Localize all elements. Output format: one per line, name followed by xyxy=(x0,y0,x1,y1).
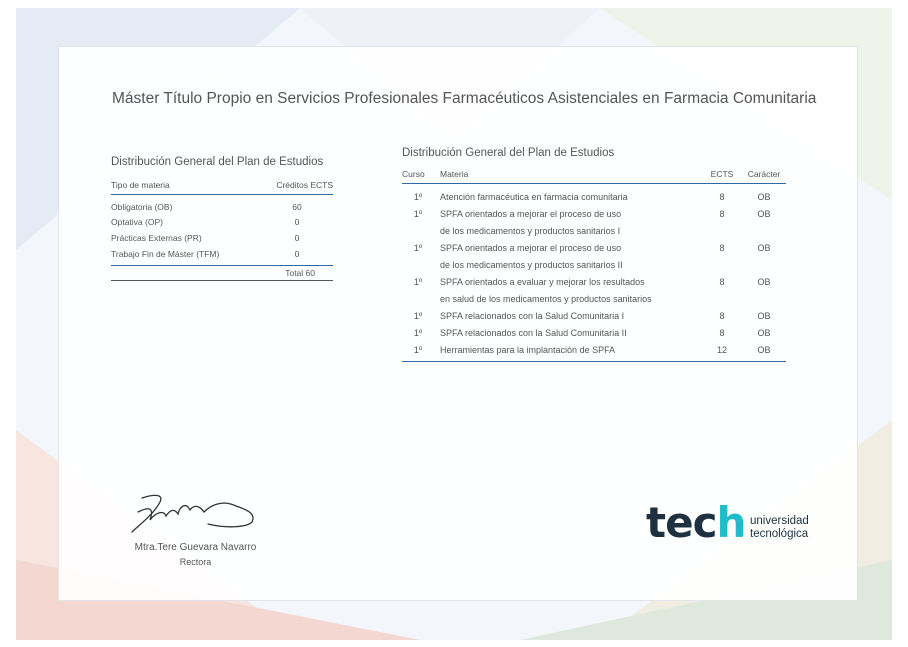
table-row: 1º SPFA orientados a mejorar el proceso d… xyxy=(402,206,786,223)
col-materia: Materia xyxy=(440,169,469,179)
cell-ects: 8 xyxy=(719,277,725,287)
cell-ects: 12 xyxy=(716,345,727,355)
table-row: 1º Herramientas para la implantación de S… xyxy=(402,342,786,359)
logo-subtitle: universidad tecnológica xyxy=(750,515,809,541)
table-row: 1º Atención farmacéutica en farmacia comu… xyxy=(402,189,786,206)
cell-materia: SPFA orientados a evaluar y mejorar los … xyxy=(440,277,645,287)
table-row-continuation: en salud de los medicamentos y productos… xyxy=(402,291,786,308)
table-row-continuation: de los medicamentos y productos sanitari… xyxy=(402,257,786,274)
signatory-role: Rectora xyxy=(179,557,212,567)
cell-caracter: OB xyxy=(757,243,771,253)
table-row: 1º SPFA orientados a evaluar y mejorar lo… xyxy=(402,274,786,291)
summary-header-row: Tipo de materia Créditos ECTS xyxy=(111,180,333,195)
document-title: Máster Título Propio en Servicios Profes… xyxy=(112,90,817,107)
row-value: 0 xyxy=(294,232,300,243)
cell-materia: Atención farmacéutica en farmacia comuni… xyxy=(440,192,628,202)
col-tipo-materia: Tipo de materia xyxy=(111,180,170,190)
cell-curso xyxy=(402,223,440,240)
cell-ects: 8 xyxy=(719,328,725,338)
table-row: Prácticas Externas (PR) 0 xyxy=(111,230,333,246)
cell-materia: SPFA orientados a mejorar el proceso de … xyxy=(440,209,622,219)
cell-caracter xyxy=(742,291,786,308)
col-caracter: Carácter xyxy=(747,169,781,179)
cell-ects xyxy=(702,291,742,308)
cell-caracter: OB xyxy=(757,345,771,355)
cell-caracter: OB xyxy=(757,209,771,219)
signatory-name: Mtra.Tere Guevara Navarro xyxy=(134,542,257,553)
cell-ects: 8 xyxy=(719,311,725,321)
credits-summary-table: Distribución General del Plan de Estudio… xyxy=(111,156,333,282)
row-value: 0 xyxy=(294,248,300,259)
row-name: Obligatoria (OB) xyxy=(111,201,173,212)
cell-ects xyxy=(702,257,742,274)
cell-materia: en salud de los medicamentos y productos… xyxy=(440,294,652,304)
table-row: 1º SPFA relacionados con la Salud Comunit… xyxy=(402,325,786,342)
row-name: Optativa (OP) xyxy=(111,217,163,228)
cell-ects: 8 xyxy=(719,243,725,253)
logo-word-prefix: tec xyxy=(646,498,717,547)
cell-curso: 1º xyxy=(413,209,423,219)
cell-materia: SPFA relacionados con la Salud Comunitar… xyxy=(440,311,625,321)
signature-image xyxy=(131,494,254,533)
cell-ects xyxy=(702,223,742,240)
col-creditos-ects: Créditos ECTS xyxy=(276,180,333,190)
study-plan-table: Distribución General del Plan de Estudio… xyxy=(402,147,786,362)
cell-caracter: OB xyxy=(757,311,771,321)
cell-ects: 8 xyxy=(719,192,725,202)
cell-caracter xyxy=(742,223,786,240)
table-row: Optativa (OP) 0 xyxy=(111,215,333,231)
col-curso: Curso xyxy=(402,169,425,179)
summary-heading: Distribución General del Plan de Estudio… xyxy=(111,156,324,168)
plan-heading: Distribución General del Plan de Estudio… xyxy=(402,147,615,159)
cell-curso: 1º xyxy=(413,328,423,338)
plan-header-row: Curso Materia ECTS Carácter xyxy=(402,169,786,184)
summary-total: Total 60 xyxy=(111,265,333,282)
table-row: Trabajo Fin de Máster (TFM) 0 xyxy=(111,246,333,262)
cell-caracter xyxy=(742,257,786,274)
cell-curso xyxy=(402,291,440,308)
cell-materia: Herramientas para la implantación de SPF… xyxy=(440,345,616,355)
table-row-continuation: de los medicamentos y productos sanitari… xyxy=(402,223,786,240)
row-value: 60 xyxy=(292,201,302,212)
table-row: Obligatoria (OB) 60 xyxy=(111,199,333,215)
tech-logo: tech universidad tecnológica xyxy=(646,498,836,552)
row-name: Trabajo Fin de Máster (TFM) xyxy=(111,248,220,259)
cell-caracter: OB xyxy=(757,192,771,202)
cell-curso xyxy=(402,257,440,274)
cell-curso: 1º xyxy=(413,277,423,287)
cell-materia: de los medicamentos y productos sanitari… xyxy=(440,260,623,270)
cell-curso: 1º xyxy=(413,345,423,355)
logo-line2: tecnológica xyxy=(750,528,809,540)
table-row: 1º SPFA orientados a mejorar el proceso d… xyxy=(402,240,786,257)
row-value: 0 xyxy=(294,217,300,228)
cell-materia: de los medicamentos y productos sanitari… xyxy=(440,226,621,236)
cell-materia: SPFA relacionados con la Salud Comunitar… xyxy=(440,328,627,338)
logo-wordmark: tech xyxy=(646,498,746,548)
col-ects: ECTS xyxy=(710,169,734,179)
cell-curso: 1º xyxy=(413,311,423,321)
cell-ects: 8 xyxy=(719,209,725,219)
cell-caracter: OB xyxy=(757,277,771,287)
row-name: Prácticas Externas (PR) xyxy=(111,232,202,243)
cell-curso: 1º xyxy=(413,243,423,253)
logo-line1: universidad xyxy=(750,515,809,527)
cell-curso: 1º xyxy=(413,192,423,202)
cell-materia: SPFA orientados a mejorar el proceso de … xyxy=(440,243,622,253)
logo-word-h: h xyxy=(716,498,746,547)
table-row: 1º SPFA relacionados con la Salud Comunit… xyxy=(402,308,786,325)
cell-caracter: OB xyxy=(757,328,771,338)
certificate-page: Máster Título Propio en Servicios Profes… xyxy=(0,0,908,647)
plan-table-bottom-rule xyxy=(402,361,786,362)
